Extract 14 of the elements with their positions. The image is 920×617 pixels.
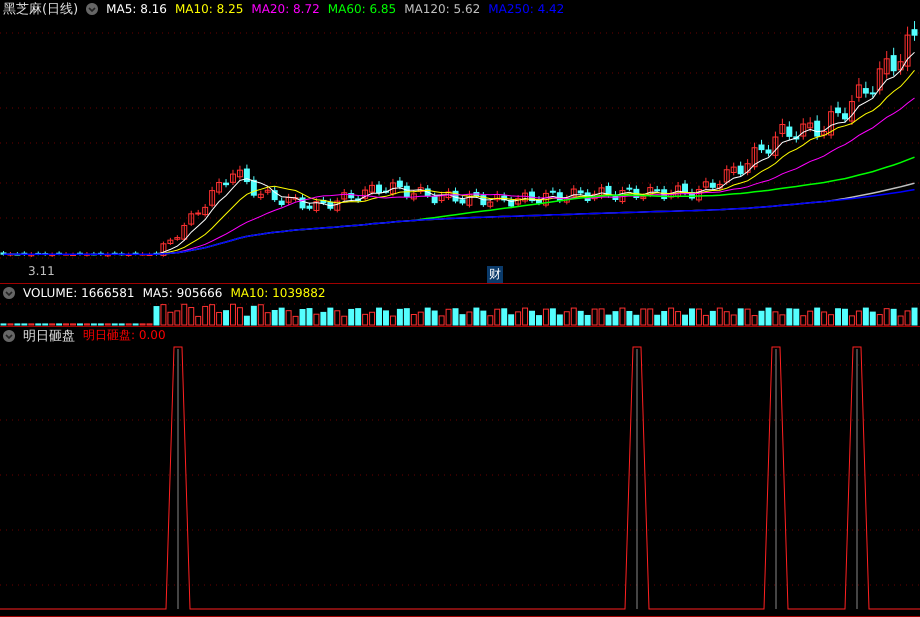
ma-legend-label: MA120: 5.62 — [404, 2, 480, 16]
volume-legend-label: MA5: 905666 — [142, 286, 222, 300]
volume-legend-label: MA10: 1039882 — [230, 286, 326, 300]
indicator-title: 明日砸盘 — [23, 328, 75, 345]
low-price-label: 3.11 — [28, 264, 55, 278]
ma-legend-label: MA20: 8.72 — [251, 2, 320, 16]
ma-legend-label: MA60: 6.85 — [328, 2, 396, 16]
ma-legend-label: MA5: 8.16 — [106, 2, 167, 16]
ma-legend-label: MA250: 4.42 — [488, 2, 564, 16]
chart-title: 黑芝麻(日线) — [3, 1, 78, 18]
indicator-legend-label: 明日砸盘: 0.00 — [83, 327, 166, 344]
ma-legend-label: MA10: 8.25 — [174, 2, 244, 16]
volume-legend-label: VOLUME: 1666581 — [23, 286, 135, 300]
finance-badge[interactable]: 财 — [487, 266, 503, 283]
